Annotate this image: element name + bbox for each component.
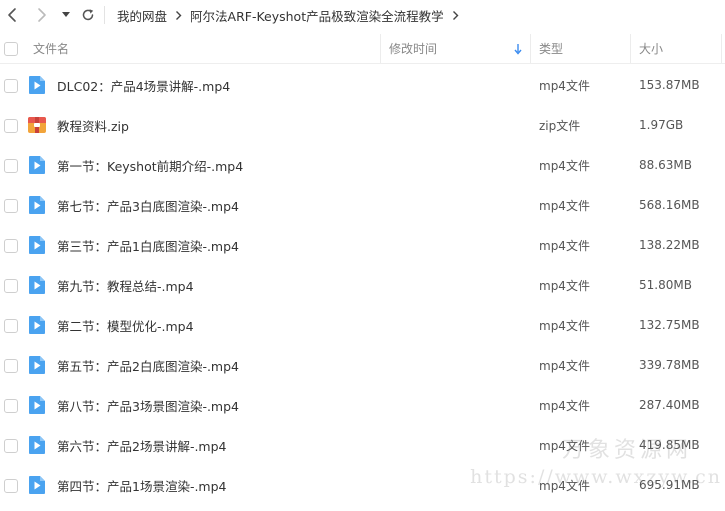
- refresh-button[interactable]: [78, 4, 98, 26]
- file-size: 287.40MB: [639, 398, 700, 412]
- file-size: 568.16MB: [639, 198, 700, 212]
- column-divider: [380, 34, 381, 63]
- column-header-type[interactable]: 类型: [539, 34, 563, 63]
- row-checkbox[interactable]: [4, 479, 18, 493]
- column-divider: [630, 34, 631, 63]
- file-name[interactable]: 第一节：Keyshot前期介绍-.mp4: [57, 145, 243, 185]
- chevron-left-icon: [8, 8, 16, 22]
- breadcrumb-item-root[interactable]: 我的网盘: [117, 6, 167, 25]
- file-size: 88.63MB: [639, 158, 692, 172]
- file-size: 695.91MB: [639, 478, 700, 492]
- history-dropdown-button[interactable]: [60, 4, 72, 26]
- column-divider: [721, 34, 722, 63]
- forward-button[interactable]: [32, 4, 52, 26]
- video-file-icon: [28, 275, 46, 295]
- video-file-icon: [28, 435, 46, 455]
- column-divider: [530, 34, 531, 63]
- video-file-icon: [28, 75, 46, 95]
- file-row[interactable]: DLC02：产品4场景讲解-.mp4 mp4文件 153.87MB: [0, 65, 725, 105]
- video-file-icon: [28, 155, 46, 175]
- file-row[interactable]: 教程资料.zip zip文件 1.97GB: [0, 105, 725, 145]
- file-type: mp4文件: [539, 358, 590, 373]
- file-size: 419.85MB: [639, 438, 700, 452]
- sort-desc-icon[interactable]: [514, 34, 522, 63]
- file-row[interactable]: 第六节：产品2场景讲解-.mp4 mp4文件 419.85MB: [0, 425, 725, 465]
- file-name[interactable]: 教程资料.zip: [57, 105, 129, 145]
- file-row[interactable]: 第一节：Keyshot前期介绍-.mp4 mp4文件 88.63MB: [0, 145, 725, 185]
- file-name[interactable]: 第九节：教程总结-.mp4: [57, 265, 194, 305]
- chevron-right-icon: [175, 10, 182, 21]
- row-checkbox[interactable]: [4, 279, 18, 293]
- file-name[interactable]: 第七节：产品3白底图渲染-.mp4: [57, 185, 239, 225]
- file-type: mp4文件: [539, 318, 590, 333]
- file-type: mp4文件: [539, 398, 590, 413]
- row-checkbox[interactable]: [4, 439, 18, 453]
- file-name[interactable]: 第二节：模型优化-.mp4: [57, 305, 194, 345]
- row-checkbox[interactable]: [4, 159, 18, 173]
- file-size: 51.80MB: [639, 278, 692, 292]
- row-checkbox[interactable]: [4, 119, 18, 133]
- video-file-icon: [28, 235, 46, 255]
- file-row[interactable]: 第二节：模型优化-.mp4 mp4文件 132.75MB: [0, 305, 725, 345]
- file-name[interactable]: 第四节：产品1场景渲染-.mp4: [57, 465, 227, 505]
- video-file-icon: [28, 195, 46, 215]
- back-button[interactable]: [2, 4, 22, 26]
- refresh-icon: [82, 9, 94, 21]
- breadcrumb-item-folder[interactable]: 阿尔法ARF-Keyshot产品极致渲染全流程教学: [190, 6, 444, 25]
- chevron-right-icon: [38, 8, 46, 22]
- row-checkbox[interactable]: [4, 199, 18, 213]
- chevron-right-icon[interactable]: [452, 10, 459, 21]
- file-type: mp4文件: [539, 278, 590, 293]
- row-checkbox[interactable]: [4, 359, 18, 373]
- column-header-size[interactable]: 大小: [639, 34, 663, 63]
- column-header-name[interactable]: 文件名: [33, 34, 69, 63]
- nav-divider: [104, 6, 105, 24]
- column-header-modified[interactable]: 修改时间: [389, 34, 437, 63]
- file-row[interactable]: 第八节：产品3场景图渲染-.mp4 mp4文件 287.40MB: [0, 385, 725, 425]
- breadcrumb: 我的网盘 阿尔法ARF-Keyshot产品极致渲染全流程教学: [117, 0, 467, 30]
- file-size: 132.75MB: [639, 318, 700, 332]
- file-type: mp4文件: [539, 78, 590, 93]
- file-name[interactable]: 第六节：产品2场景讲解-.mp4: [57, 425, 227, 465]
- file-row[interactable]: 第五节：产品2白底图渲染-.mp4 mp4文件 339.78MB: [0, 345, 725, 385]
- file-name[interactable]: 第三节：产品1白底图渲染-.mp4: [57, 225, 239, 265]
- caret-down-icon: [62, 12, 70, 17]
- file-type: mp4文件: [539, 478, 590, 493]
- select-all-checkbox[interactable]: [4, 42, 18, 56]
- file-list-header: 文件名 修改时间 类型 大小: [0, 34, 725, 64]
- file-size: 138.22MB: [639, 238, 700, 252]
- file-name[interactable]: DLC02：产品4场景讲解-.mp4: [57, 65, 230, 105]
- file-row[interactable]: 第三节：产品1白底图渲染-.mp4 mp4文件 138.22MB: [0, 225, 725, 265]
- file-type: mp4文件: [539, 438, 590, 453]
- zip-file-icon: [27, 115, 47, 135]
- video-file-icon: [28, 355, 46, 375]
- row-checkbox[interactable]: [4, 399, 18, 413]
- file-name[interactable]: 第五节：产品2白底图渲染-.mp4: [57, 345, 239, 385]
- file-size: 339.78MB: [639, 358, 700, 372]
- file-row[interactable]: 第七节：产品3白底图渲染-.mp4 mp4文件 568.16MB: [0, 185, 725, 225]
- file-size: 153.87MB: [639, 78, 700, 92]
- file-type: mp4文件: [539, 238, 590, 253]
- navigation-bar: 我的网盘 阿尔法ARF-Keyshot产品极致渲染全流程教学: [0, 0, 725, 30]
- file-type: mp4文件: [539, 198, 590, 213]
- file-row[interactable]: 第九节：教程总结-.mp4 mp4文件 51.80MB: [0, 265, 725, 305]
- file-type: mp4文件: [539, 158, 590, 173]
- file-name[interactable]: 第八节：产品3场景图渲染-.mp4: [57, 385, 239, 425]
- video-file-icon: [28, 475, 46, 495]
- row-checkbox[interactable]: [4, 79, 18, 93]
- video-file-icon: [28, 395, 46, 415]
- video-file-icon: [28, 315, 46, 335]
- file-size: 1.97GB: [639, 118, 684, 132]
- file-row[interactable]: 第四节：产品1场景渲染-.mp4 mp4文件 695.91MB: [0, 465, 725, 505]
- row-checkbox[interactable]: [4, 319, 18, 333]
- row-checkbox[interactable]: [4, 239, 18, 253]
- file-type: zip文件: [539, 118, 581, 133]
